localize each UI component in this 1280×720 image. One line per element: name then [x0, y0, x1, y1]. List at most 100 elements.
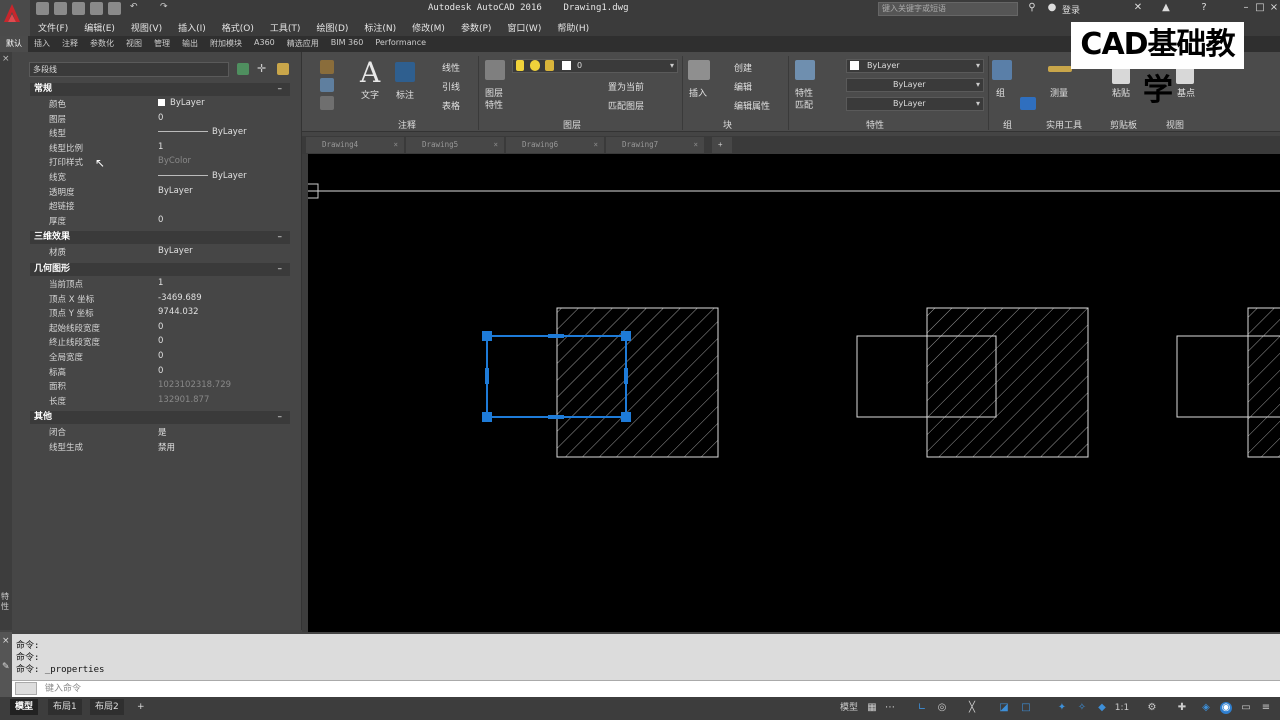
collapse-icon[interactable]: –	[278, 263, 283, 276]
close-palette-icon[interactable]: ×	[2, 54, 10, 64]
view-panel-title[interactable]: 视图	[1166, 118, 1184, 131]
property-value[interactable]: 0	[158, 351, 163, 361]
layer-properties-icon[interactable]	[485, 60, 505, 80]
midpoint-grip[interactable]	[548, 334, 564, 338]
menu-edit[interactable]: 编辑(E)	[76, 18, 123, 36]
tab-drawing7[interactable]: Drawing7 ×	[606, 137, 704, 153]
menu-format[interactable]: 格式(O)	[214, 18, 262, 36]
edit-block-button[interactable]: 编辑	[734, 80, 752, 93]
match-properties-label-2[interactable]: 匹配	[795, 98, 813, 111]
new-icon[interactable]	[36, 2, 49, 15]
property-row[interactable]: 长度 132901.877	[30, 394, 290, 408]
property-row[interactable]: 面积 1023102318.729	[30, 379, 290, 393]
command-line-handle[interactable]: × ✎	[0, 632, 12, 698]
property-value[interactable]: -3469.689	[158, 293, 202, 303]
binoculars-icon[interactable]: ⚲	[1026, 2, 1038, 14]
group-panel-title[interactable]: 组	[1003, 118, 1012, 131]
property-value[interactable]: 1	[158, 278, 163, 288]
command-prompt-icon[interactable]	[15, 682, 37, 695]
property-value[interactable]: ByColor	[158, 156, 191, 166]
stretch-icon[interactable]	[320, 96, 334, 110]
group-select-icon[interactable]	[1020, 97, 1036, 110]
property-row[interactable]: 当前顶点 1	[30, 277, 290, 291]
hatched-square[interactable]	[926, 307, 1089, 458]
command-input[interactable]: 键入命令	[12, 680, 1280, 697]
object-snap-icon[interactable]: ◪	[998, 702, 1010, 714]
property-row[interactable]: 线型 ByLayer	[30, 126, 290, 140]
grip[interactable]	[482, 331, 492, 341]
app-menu-button[interactable]	[0, 0, 30, 36]
draw-tools-icons[interactable]	[312, 60, 352, 112]
create-block-button[interactable]: 创建	[734, 61, 752, 74]
lineweight-dropdown[interactable]: ByLayer	[846, 97, 984, 111]
tab-a360[interactable]: A360	[248, 36, 281, 52]
property-row[interactable]: 标高 0	[30, 365, 290, 379]
menu-file[interactable]: 文件(F)	[30, 18, 76, 36]
group-button-label[interactable]: 组	[996, 86, 1005, 99]
new-tab-button[interactable]: +	[712, 137, 732, 153]
save-as-icon[interactable]	[90, 2, 103, 15]
isodraft-icon[interactable]: ╳	[966, 702, 978, 714]
grid-icon[interactable]: ▦	[866, 702, 878, 714]
tab-layout2[interactable]: 布局2	[90, 699, 124, 715]
block-panel-title[interactable]: 块	[723, 118, 732, 131]
wrench-icon[interactable]: ✎	[2, 662, 10, 672]
tab-parametric[interactable]: 参数化	[84, 36, 120, 52]
grip[interactable]	[621, 331, 631, 341]
layer-properties-label-2[interactable]: 特性	[485, 98, 503, 111]
property-row[interactable]: 顶点 Y 坐标 9744.032	[30, 306, 290, 320]
property-row[interactable]: 超链接	[30, 199, 290, 213]
section-header[interactable]: 常规 –	[30, 83, 290, 96]
property-value[interactable]: ByLayer	[158, 171, 247, 181]
property-value[interactable]: 0	[158, 336, 163, 346]
midpoint-grip[interactable]	[624, 368, 628, 384]
section-header[interactable]: 其他 –	[30, 411, 290, 425]
property-row[interactable]: 厚度 0	[30, 214, 290, 228]
ortho-icon[interactable]: ∟	[916, 702, 928, 714]
toggle-pickadd-icon[interactable]	[237, 63, 249, 75]
property-value[interactable]: 是	[158, 426, 167, 438]
isolate-icon[interactable]: ◈	[1200, 702, 1212, 714]
workspace-gear-icon[interactable]: ⚙	[1146, 702, 1158, 714]
menu-modify[interactable]: 修改(M)	[404, 18, 453, 36]
insert-block-icon[interactable]	[688, 60, 710, 80]
tab-model[interactable]: 模型	[10, 699, 39, 715]
undo-icon[interactable]: ↶	[130, 2, 143, 15]
measure-button-label[interactable]: 测量	[1050, 86, 1068, 99]
minimize-icon[interactable]: –	[1240, 2, 1252, 14]
drawing-canvas[interactable]	[301, 154, 1280, 632]
property-row[interactable]: 全局宽度 0	[30, 350, 290, 364]
close-icon[interactable]: ×	[1268, 2, 1280, 14]
maximize-icon[interactable]: □	[1254, 2, 1266, 14]
property-value[interactable]: 9744.032	[158, 307, 199, 317]
close-tab-icon[interactable]: ×	[393, 137, 398, 153]
utilities-panel-title[interactable]: 实用工具	[1046, 118, 1082, 131]
linetype-dropdown[interactable]: ByLayer	[846, 78, 984, 92]
collapse-icon[interactable]: –	[278, 411, 283, 424]
fillet-icon[interactable]	[320, 78, 334, 92]
menu-help[interactable]: 帮助(H)	[549, 18, 597, 36]
close-tab-icon[interactable]: ×	[693, 137, 698, 153]
property-row[interactable]: 闭合 是	[30, 425, 290, 439]
color-dropdown[interactable]: ByLayer	[846, 59, 984, 73]
quick-select-icon[interactable]	[277, 63, 289, 75]
annotation-monitor-icon[interactable]: ✚	[1176, 702, 1188, 714]
clipboard-panel-title[interactable]: 剪贴板	[1110, 118, 1137, 131]
insert-button-label[interactable]: 插入	[689, 86, 707, 99]
save-icon[interactable]	[72, 2, 85, 15]
midpoint-grip[interactable]	[548, 415, 564, 419]
base-button-label[interactable]: 基点	[1177, 86, 1195, 99]
annotate-panel-title[interactable]: 注释	[398, 118, 416, 131]
property-row[interactable]: 起始线段宽度 0	[30, 321, 290, 335]
property-value[interactable]: ByLayer	[158, 127, 247, 137]
tab-drawing4[interactable]: Drawing4 ×	[306, 137, 404, 153]
annotation-visibility-icon[interactable]: ✦	[1056, 702, 1068, 714]
dimension-icon[interactable]	[395, 62, 415, 82]
tab-layout1[interactable]: 布局1	[48, 699, 82, 715]
properties-panel-title[interactable]: 特性	[866, 118, 884, 131]
measure-icon[interactable]	[1048, 66, 1072, 72]
property-value[interactable]: ByLayer	[158, 186, 193, 196]
snap-tracking-icon[interactable]: □	[1020, 702, 1032, 714]
tab-featured-apps[interactable]: 精选应用	[281, 36, 325, 52]
property-value[interactable]: 0	[158, 215, 163, 225]
